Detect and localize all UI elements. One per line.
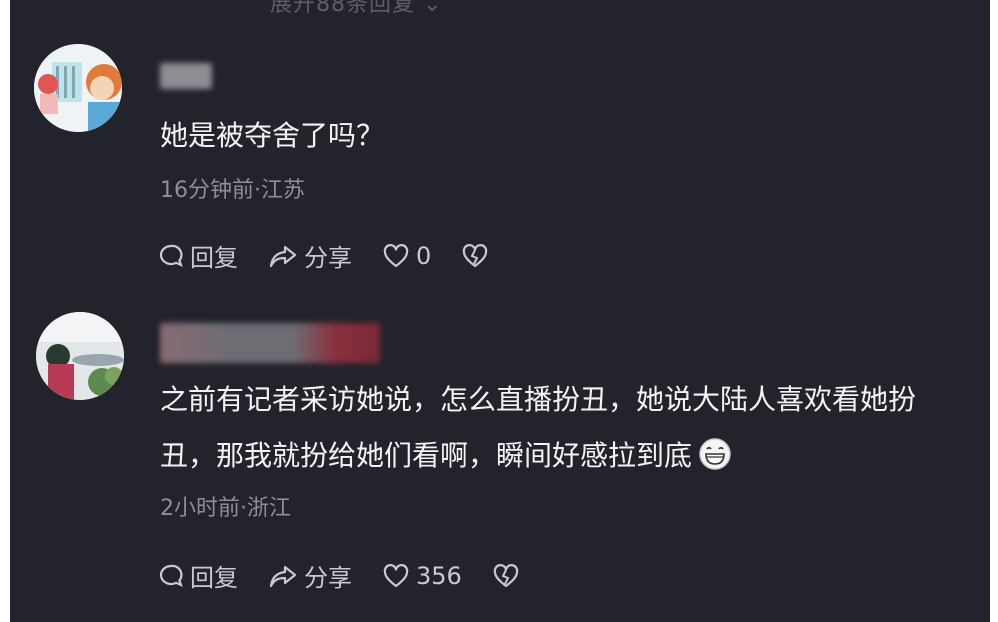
comment-text: 她是被夺舍了吗？ <box>160 119 385 152</box>
comment-actions: 回复 分享 356 <box>158 558 556 593</box>
avatar[interactable] <box>34 44 122 132</box>
broken-heart-icon <box>463 243 488 267</box>
comment-text: 之前有记者采访她说，怎么直播扮丑，她说大陆人喜欢看她扮丑，那我就扮给她们看啊，瞬… <box>160 372 970 484</box>
grinning-face-emoji-icon <box>699 438 731 470</box>
username-redacted <box>160 323 380 363</box>
chat-bubble-icon <box>159 244 183 267</box>
expand-replies-link[interactable]: 展开88条回复 ⌄ <box>270 0 442 18</box>
avatar-cartoon-icon <box>34 44 122 132</box>
chat-bubble-icon <box>159 564 183 587</box>
like-count: 0 <box>416 241 432 270</box>
dislike-button[interactable] <box>492 563 526 589</box>
share-label: 分享 <box>304 244 352 272</box>
avatar-photo-icon <box>36 312 124 400</box>
reply-label: 回复 <box>190 244 238 272</box>
reply-button[interactable]: 回复 <box>158 238 238 273</box>
share-arrow-icon <box>269 245 297 267</box>
heart-icon <box>383 563 409 587</box>
like-count: 356 <box>416 561 462 590</box>
avatar[interactable] <box>36 312 124 400</box>
comment-meta: 2小时前·浙江 <box>160 496 291 521</box>
comment-meta: 16分钟前·江苏 <box>160 178 305 203</box>
broken-heart-icon <box>493 563 519 587</box>
share-label: 分享 <box>304 564 352 592</box>
share-button[interactable]: 分享 <box>268 238 352 273</box>
share-button[interactable]: 分享 <box>268 558 352 593</box>
comment-actions: 回复 分享 0 <box>158 238 525 273</box>
comment-panel: 展开88条回复 ⌄ 她是被夺舍了吗？ 16分钟前·江苏 回复 分享 0 之前有记… <box>10 0 990 622</box>
username-redacted <box>160 63 212 89</box>
dislike-button[interactable] <box>461 243 495 269</box>
share-arrow-icon <box>269 565 297 587</box>
reply-label: 回复 <box>190 564 238 592</box>
like-button[interactable]: 356 <box>382 562 462 590</box>
comment-body: 之前有记者采访她说，怎么直播扮丑，她说大陆人喜欢看她扮丑，那我就扮给她们看啊，瞬… <box>160 383 917 472</box>
like-button[interactable]: 0 <box>382 242 431 270</box>
heart-icon <box>383 243 409 267</box>
reply-button[interactable]: 回复 <box>158 558 238 593</box>
